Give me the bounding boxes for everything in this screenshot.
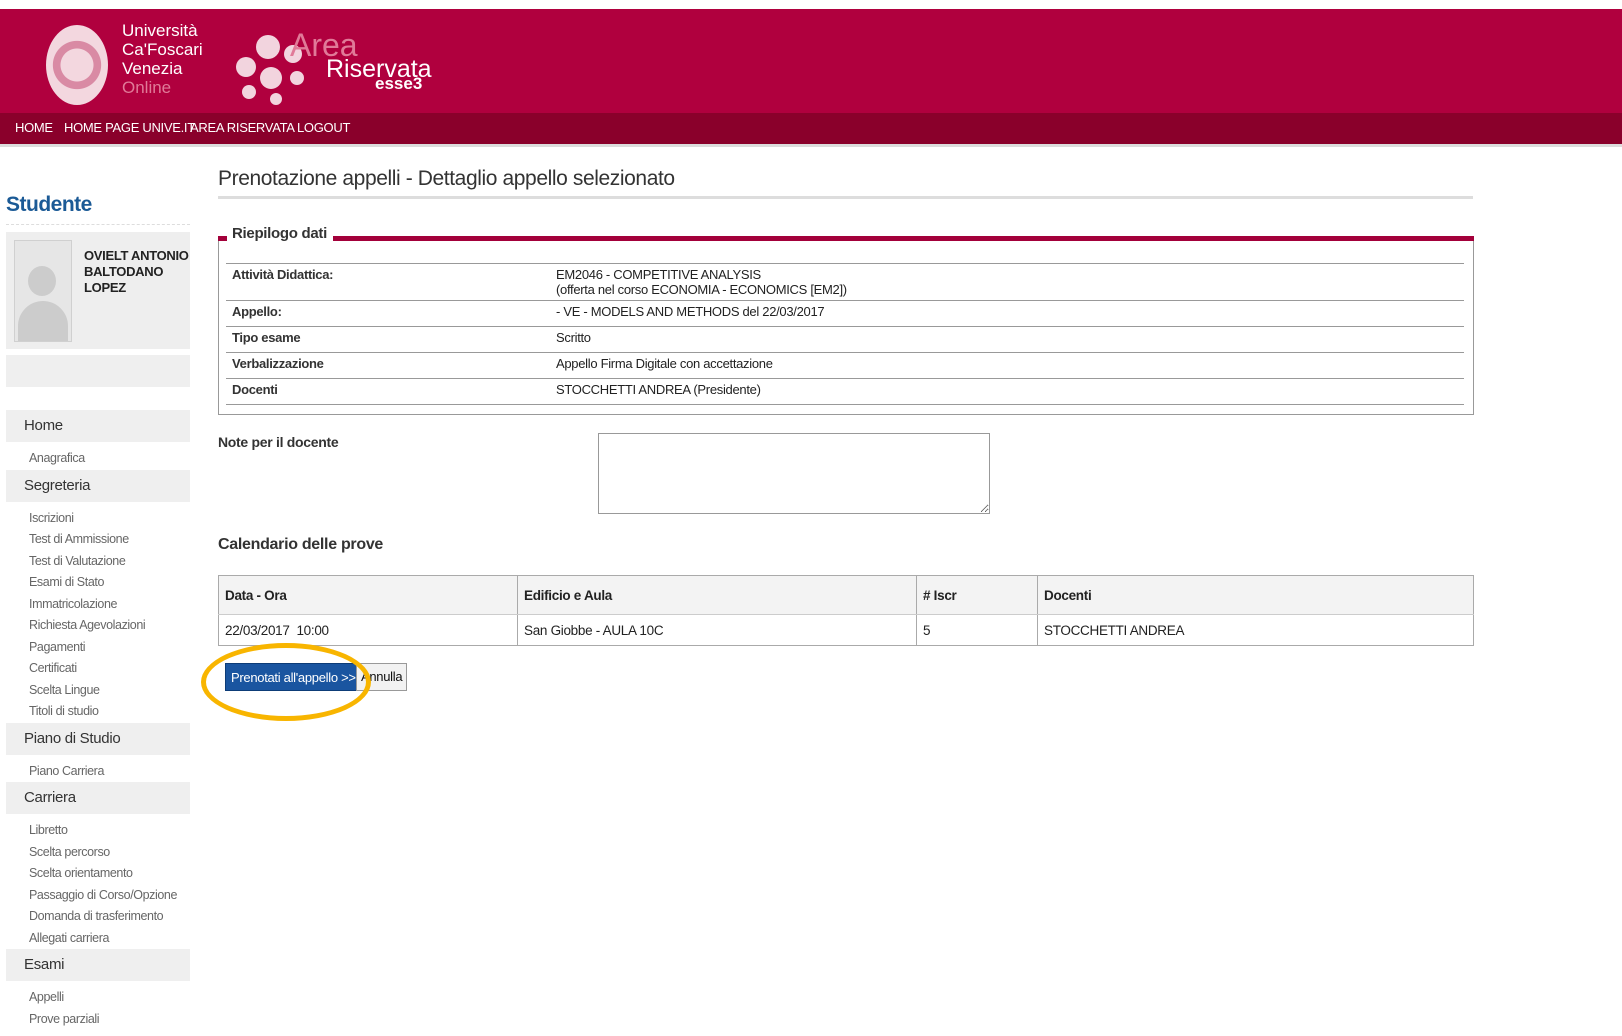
avatar <box>14 240 72 342</box>
profile-card: OVIELT ANTONIO BALTODANO LOPEZ <box>6 232 190 349</box>
summary-table: Attività Didattica: EM2046 - COMPETITIVE… <box>226 263 1464 405</box>
sidebar-title: Studente <box>6 193 92 216</box>
menu-section-home[interactable]: Home <box>6 410 190 442</box>
cancel-button[interactable]: Annulla <box>356 663 408 691</box>
menu-item-immatricolazione[interactable]: Immatricolazione <box>6 594 190 616</box>
menu-item-allegati-carriera[interactable]: Allegati carriera <box>6 928 190 950</box>
student-name: OVIELT ANTONIO BALTODANO LOPEZ <box>84 248 189 295</box>
calendar-title: Calendario delle prove <box>218 536 384 553</box>
table-row: 22/03/2017 10:00 San Giobbe - AULA 10C 5… <box>218 614 1474 646</box>
menu-section-piano-di-studio[interactable]: Piano di Studio <box>6 722 190 755</box>
summary-value: EM2046 - COMPETITIVE ANALYSIS (offerta n… <box>550 263 1464 301</box>
sidebar-menu: Home Anagrafica Segreteria Iscrizioni Te… <box>6 410 190 1030</box>
summary-value: STOCCHETTI ANDREA (Presidente) <box>550 378 1464 405</box>
university-name: Università Ca'Foscari Venezia Online <box>122 21 203 97</box>
menu-item-iscrizioni[interactable]: Iscrizioni <box>6 508 190 530</box>
university-seal-logo <box>46 25 108 105</box>
table-cell: 22/03/2017 10:00 <box>218 614 518 646</box>
menu-item-pagamenti[interactable]: Pagamenti <box>6 637 190 659</box>
menu-item-appelli[interactable]: Appelli <box>6 987 190 1009</box>
book-exam-button[interactable]: Prenotati all'appello >> <box>225 663 362 691</box>
column-header: # Iscr <box>916 575 1038 615</box>
nav-home[interactable]: HOME <box>15 120 53 135</box>
menu-item-anagrafica[interactable]: Anagrafica <box>6 448 190 470</box>
summary-row: Tipo esame Scritto <box>226 326 1464 353</box>
summary-label: Attività Didattica: <box>226 263 550 301</box>
sidebar-spacer <box>6 355 190 387</box>
page-title: Prenotazione appelli - Dettaglio appello… <box>218 167 675 190</box>
menu-item-passaggio-corso[interactable]: Passaggio di Corso/Opzione <box>6 885 190 907</box>
menu-item-libretto[interactable]: Libretto <box>6 820 190 842</box>
summary-label: Docenti <box>226 378 550 405</box>
summary-row: Docenti STOCCHETTI ANDREA (Presidente) <box>226 378 1464 405</box>
summary-row: Attività Didattica: EM2046 - COMPETITIVE… <box>226 263 1464 301</box>
calendar-table: Data - Ora Edificio e Aula # Iscr Docent… <box>218 575 1474 646</box>
menu-item-scelta-percorso[interactable]: Scelta percorso <box>6 842 190 864</box>
summary-value: Appello Firma Digitale con accettazione <box>550 352 1464 379</box>
nav-logout[interactable]: LOGOUT <box>297 120 350 135</box>
fieldset-top-border <box>218 236 1474 241</box>
notes-textarea[interactable] <box>598 433 990 514</box>
table-cell: San Giobbe - AULA 10C <box>517 614 917 646</box>
menu-item-scelta-orientamento[interactable]: Scelta orientamento <box>6 863 190 885</box>
column-header: Edificio e Aula <box>517 575 917 615</box>
summary-value: - VE - MODELS AND METHODS del 22/03/2017 <box>550 300 1464 327</box>
menu-item-titoli-di-studio[interactable]: Titoli di studio <box>6 701 190 723</box>
summary-label: Verbalizzazione <box>226 352 550 379</box>
divider <box>218 196 1473 199</box>
menu-section-carriera[interactable]: Carriera <box>6 782 190 814</box>
summary-row: Verbalizzazione Appello Firma Digitale c… <box>226 352 1464 379</box>
menu-section-esami[interactable]: Esami <box>6 949 190 981</box>
header-banner: Università Ca'Foscari Venezia Online Are… <box>0 9 1622 113</box>
university-name-line: Venezia <box>122 59 183 78</box>
divider <box>6 224 190 225</box>
summary-legend: Riepilogo dati <box>218 225 333 242</box>
menu-item-domanda-trasferimento[interactable]: Domanda di trasferimento <box>6 906 190 928</box>
menu-item-esami-di-stato[interactable]: Esami di Stato <box>6 572 190 594</box>
notes-label: Note per il docente <box>218 434 339 450</box>
menu-item-test-valutazione[interactable]: Test di Valutazione <box>6 551 190 573</box>
university-name-line: Ca'Foscari <box>122 40 203 59</box>
summary-value: Scritto <box>550 326 1464 353</box>
summary-label: Tipo esame <box>226 326 550 353</box>
esse3-label: esse3 <box>375 74 423 93</box>
summary-row: Appello: - VE - MODELS AND METHODS del 2… <box>226 300 1464 327</box>
header-shadow <box>0 144 1622 147</box>
summary-label: Appello: <box>226 300 550 327</box>
table-cell: STOCCHETTI ANDREA <box>1037 614 1474 646</box>
menu-item-certificati[interactable]: Certificati <box>6 658 190 680</box>
table-cell: 5 <box>916 614 1038 646</box>
university-name-line: Università <box>122 21 198 40</box>
menu-item-test-ammissione[interactable]: Test di Ammissione <box>6 529 190 551</box>
menu-section-segreteria[interactable]: Segreteria <box>6 469 190 502</box>
menu-item-piano-carriera[interactable]: Piano Carriera <box>6 761 190 783</box>
table-header-row: Data - Ora Edificio e Aula # Iscr Docent… <box>218 575 1474 615</box>
user-icon <box>28 266 56 296</box>
menu-item-richiesta-agevolazioni[interactable]: Richiesta Agevolazioni <box>6 615 190 637</box>
online-label: Online <box>122 78 172 97</box>
menu-item-prove-parziali[interactable]: Prove parziali <box>6 1009 190 1031</box>
menu-item-scelta-lingue[interactable]: Scelta Lingue <box>6 680 190 702</box>
column-header: Docenti <box>1037 575 1474 615</box>
top-nav: HOME HOME PAGE UNIVE.IT AREA RISERVATA L… <box>0 113 1622 144</box>
nav-area-riservata[interactable]: AREA RISERVATA <box>190 120 295 135</box>
column-header: Data - Ora <box>218 575 518 615</box>
nav-home-page-unive[interactable]: HOME PAGE UNIVE.IT <box>64 120 195 135</box>
